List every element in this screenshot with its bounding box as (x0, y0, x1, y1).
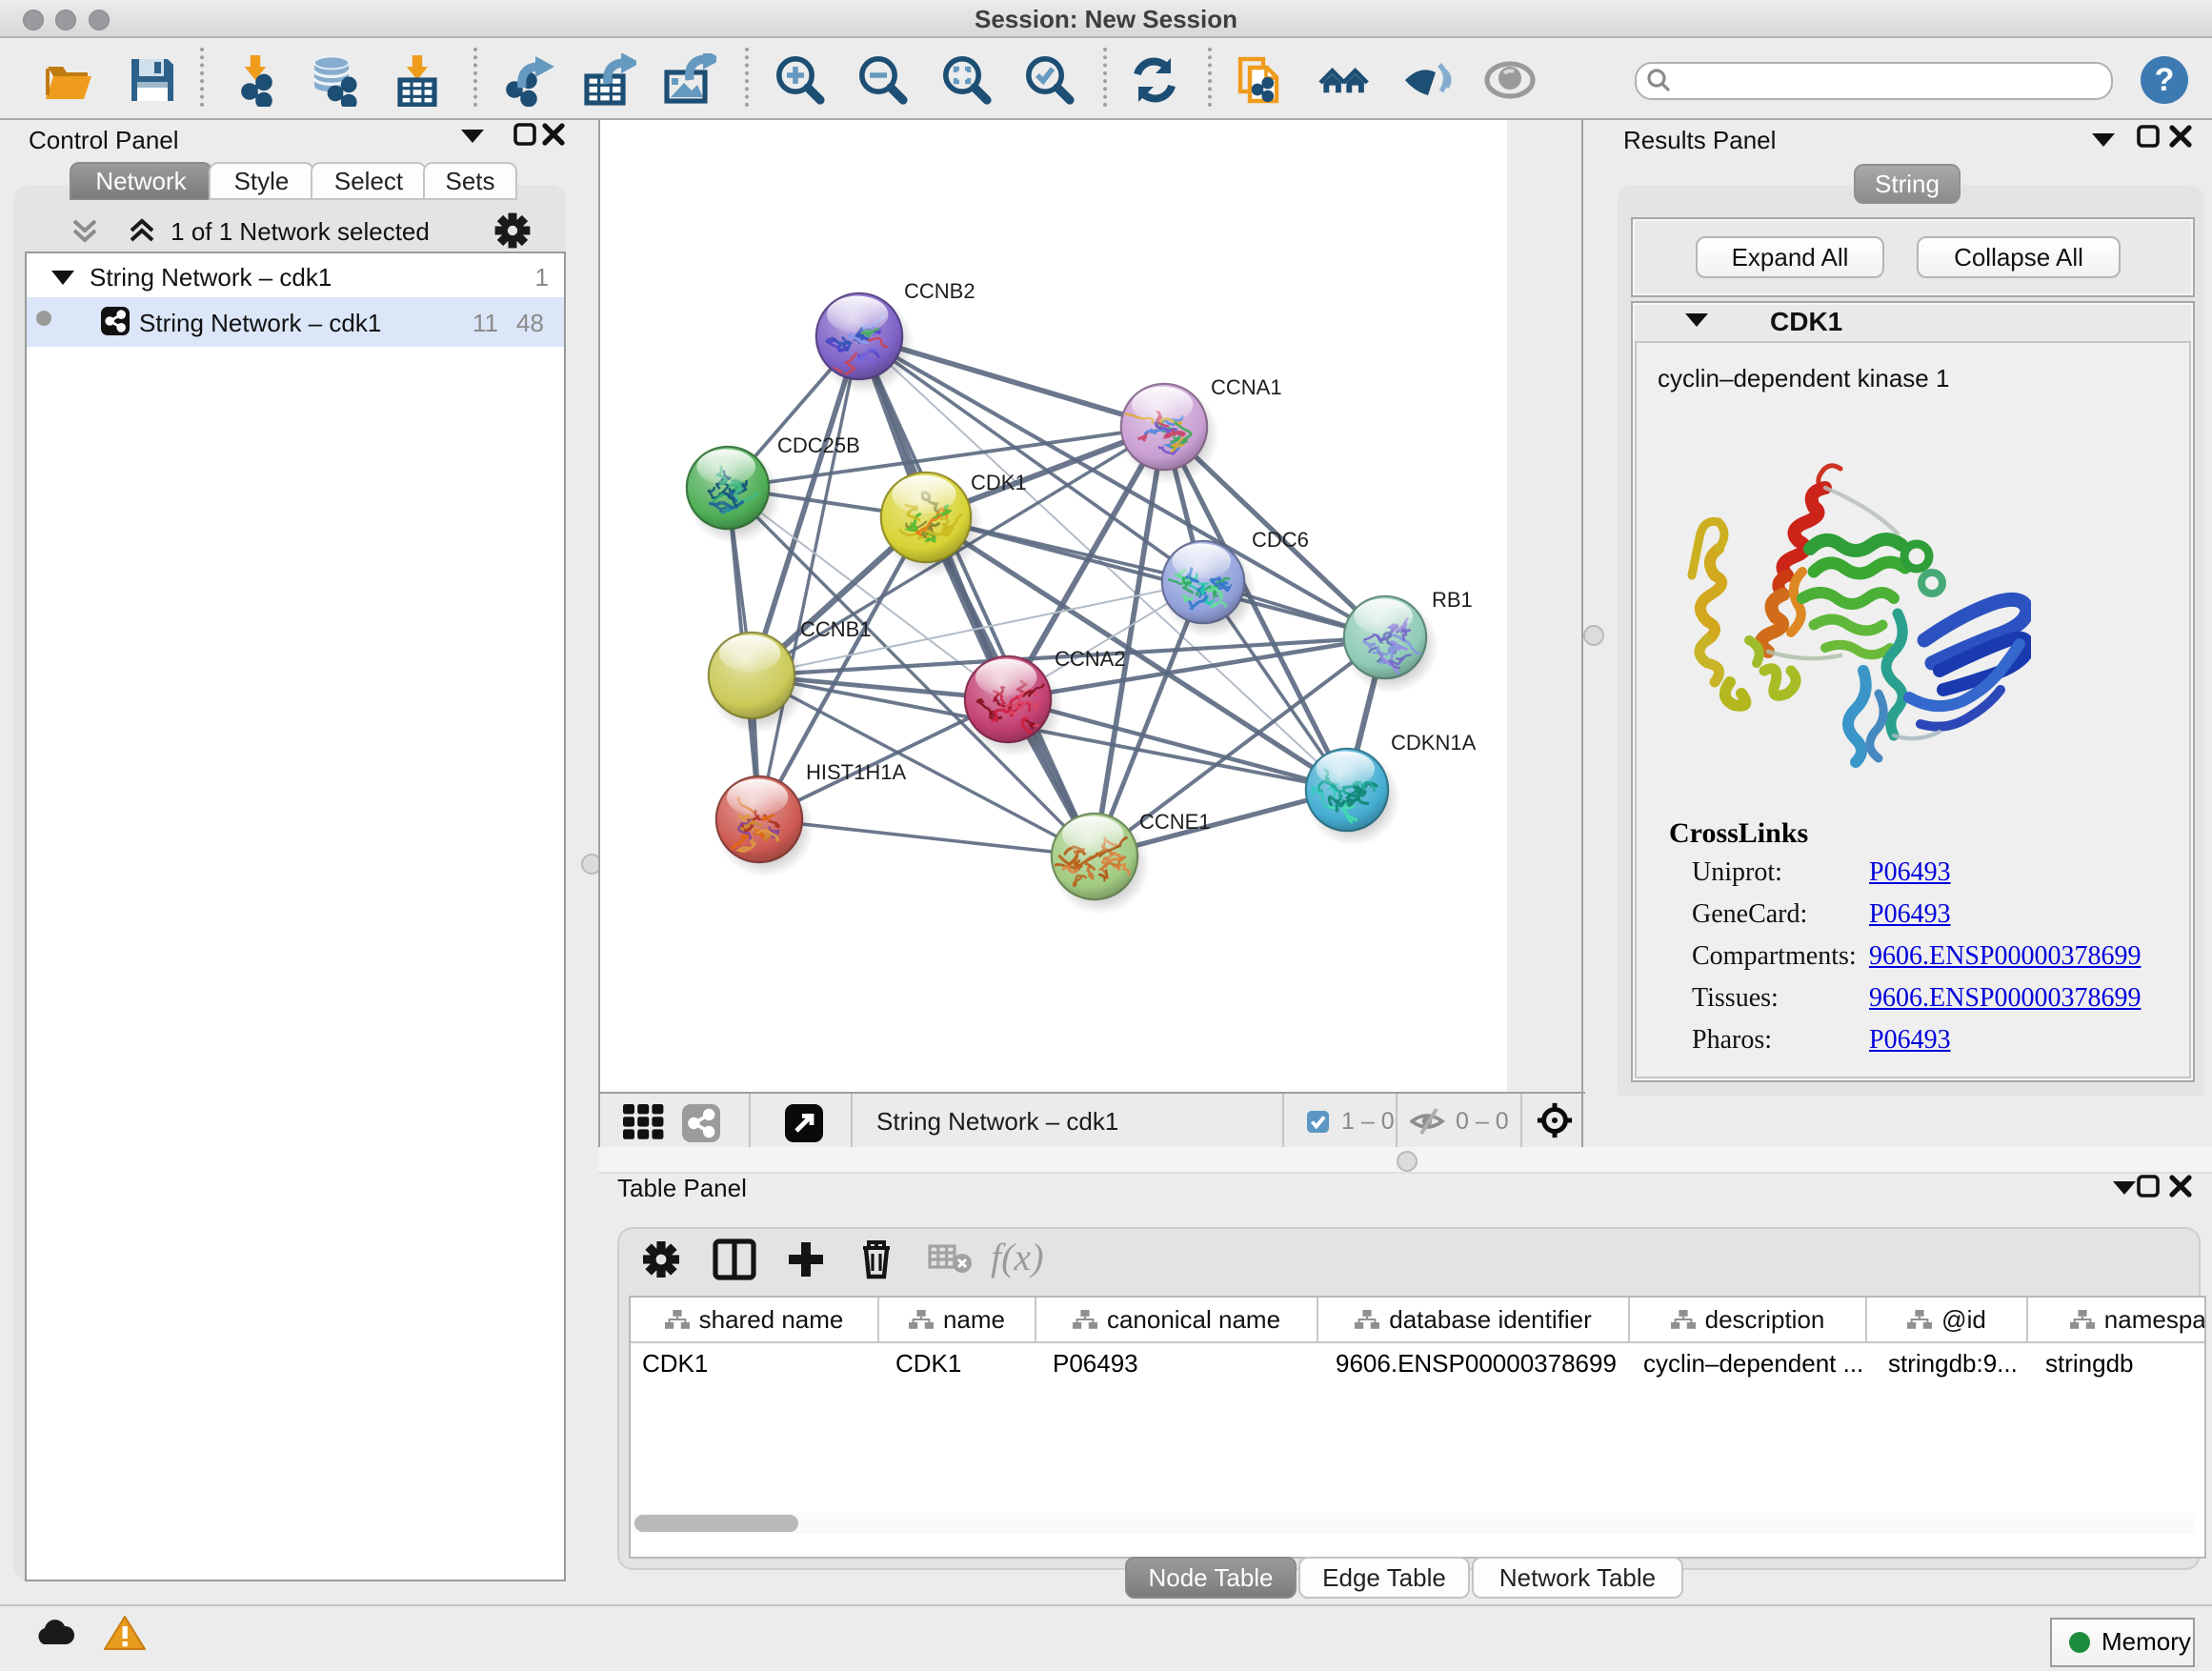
svg-text:CDKN1A: CDKN1A (1391, 731, 1477, 755)
svg-text:RB1: RB1 (1432, 588, 1473, 612)
svg-text:CCNA2: CCNA2 (1055, 647, 1126, 671)
svg-text:CCNB1: CCNB1 (800, 617, 872, 641)
svg-text:CDK1: CDK1 (971, 471, 1027, 494)
svg-text:HIST1H1A: HIST1H1A (806, 760, 906, 784)
svg-text:CDC25B: CDC25B (777, 433, 860, 457)
svg-text:CCNB2: CCNB2 (904, 279, 975, 303)
svg-text:?: ? (2155, 62, 2175, 98)
svg-text:CDC6: CDC6 (1252, 528, 1309, 552)
svg-text:CCNE1: CCNE1 (1139, 810, 1211, 834)
svg-text:CCNA1: CCNA1 (1211, 375, 1282, 399)
